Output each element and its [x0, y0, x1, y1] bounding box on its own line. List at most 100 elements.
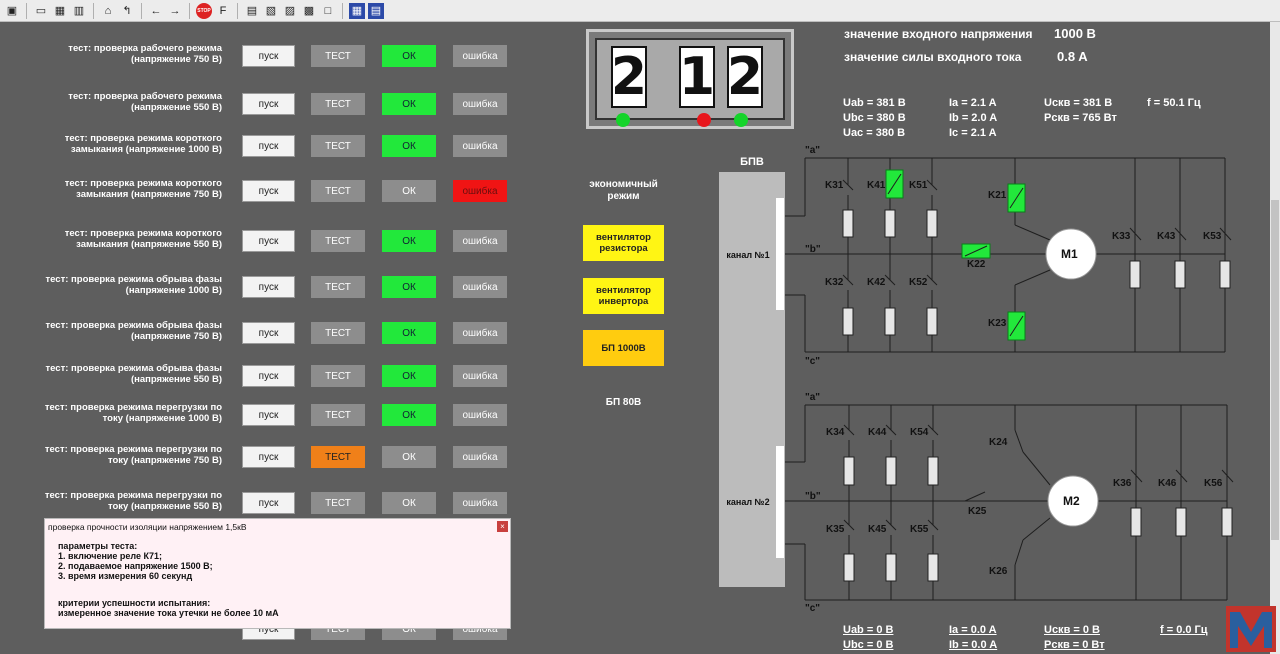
test-label: тест: проверка режима перегрузки по току … — [0, 490, 222, 512]
test-indicator: ТЕСТ — [311, 404, 365, 426]
error-indicator: ошибка — [453, 404, 507, 426]
test-label-line1: тест: проверка режима короткого — [64, 133, 222, 144]
test-row: тест: проверка рабочего режима (напряжени… — [0, 43, 520, 71]
status-led-2 — [697, 113, 711, 127]
test-indicator: ТЕСТ — [311, 93, 365, 115]
channel1-strip — [776, 198, 784, 310]
back-icon[interactable]: ↰ — [119, 3, 135, 19]
chart-icon[interactable]: ▥ — [71, 3, 87, 19]
fan-inverter-line2: инвертора — [598, 296, 649, 307]
scrollbar-thumb[interactable] — [1271, 200, 1279, 540]
test-indicator: ТЕСТ — [311, 365, 365, 387]
test-label-line2: (напряжение 750 В) — [130, 54, 222, 65]
nav-back-icon[interactable]: ← — [148, 3, 164, 19]
phase-b-top: "b" — [805, 244, 821, 255]
test-row: тест: проверка режима обрыва фазы (напряж… — [0, 274, 520, 302]
grid-icon[interactable]: ▦ — [52, 3, 68, 19]
test-label-line1: тест: проверка режима перегрузки по — [44, 490, 222, 501]
error-indicator: ошибка — [453, 230, 507, 252]
relay-k45: K45 — [868, 524, 887, 535]
tool6-icon[interactable]: ▦ — [349, 2, 365, 19]
test-indicator: ТЕСТ — [311, 180, 365, 202]
vertical-scrollbar[interactable] — [1270, 22, 1280, 654]
test-label: тест: проверка рабочего режима (напряжени… — [0, 43, 222, 65]
param-f: f = 50.1 Гц — [1147, 97, 1201, 109]
start-button[interactable]: пуск — [242, 322, 295, 344]
nav-forward-icon[interactable]: → — [167, 3, 183, 19]
test-row: тест: проверка режима обрыва фазы (напряж… — [0, 320, 520, 348]
relay-k56: K56 — [1204, 478, 1223, 489]
tool7-icon[interactable]: ▤ — [368, 2, 384, 19]
tool4-icon[interactable]: ▩ — [301, 3, 317, 19]
test-label-line1: тест: проверка режима перегрузки по — [44, 402, 222, 413]
popup-line-relay: 1. включение реле К71; — [58, 551, 163, 561]
bp1000-button[interactable]: БП 1000В — [583, 330, 664, 366]
motor-m1-label: M1 — [1061, 247, 1078, 261]
tool2-icon[interactable]: ▧ — [263, 3, 279, 19]
param-ubc: Ubc = 380 В — [843, 112, 906, 124]
relay-k54: K54 — [910, 427, 929, 438]
relay-k32: K32 — [825, 277, 844, 288]
motor-m2-label: M2 — [1063, 494, 1080, 508]
tool5-icon[interactable]: □ — [320, 3, 336, 19]
test-label-line1: тест: проверка режима обрыва фазы — [45, 320, 222, 331]
channel2-strip — [776, 446, 784, 558]
counter-digit-2: 1 — [678, 46, 716, 108]
fan-inverter-button[interactable]: вентилятор инвертора — [583, 278, 664, 314]
error-indicator: ошибка — [453, 93, 507, 115]
start-button[interactable]: пуск — [242, 446, 295, 468]
tool3-icon[interactable]: ▨ — [282, 3, 298, 19]
param-bottom-ib: Ib = 0.0 A — [949, 639, 998, 651]
popup-line-time: 3. время измерения 60 секунд — [58, 571, 193, 581]
ok-indicator: ОК — [382, 492, 436, 514]
param-uac: Uac = 380 В — [843, 127, 906, 139]
font-icon[interactable]: F — [215, 3, 231, 19]
start-button[interactable]: пуск — [242, 135, 295, 157]
start-button[interactable]: пуск — [242, 180, 295, 202]
test-indicator: ТЕСТ — [311, 322, 365, 344]
error-indicator: ошибка — [453, 276, 507, 298]
start-button[interactable]: пуск — [242, 45, 295, 67]
relay-k22: K22 — [967, 259, 986, 270]
toolbar-separator — [342, 2, 343, 19]
test-label-line2: замыкания (напряжение 750 В) — [76, 189, 222, 200]
param-uab: Uab = 381 В — [843, 97, 906, 109]
test-label-line2: замыкания (напряжение 1000 В) — [70, 144, 222, 155]
window-icon[interactable]: ▭ — [33, 3, 49, 19]
fan-resistor-button[interactable]: вентилятор резистора — [583, 225, 664, 261]
relay-k23: K23 — [988, 318, 1007, 329]
error-indicator: ошибка — [453, 135, 507, 157]
close-icon[interactable]: × — [497, 521, 508, 532]
test-indicator: ТЕСТ — [311, 135, 365, 157]
economy-mode-label: экономичный режим — [583, 179, 664, 203]
input-current-label: значение силы входного тока — [844, 50, 1022, 64]
relay-k36: K36 — [1113, 478, 1132, 489]
tool1-icon[interactable]: ▤ — [244, 3, 260, 19]
economy-mode-line2: режим — [607, 191, 640, 202]
relay-k35: K35 — [826, 524, 845, 535]
error-indicator: ошибка — [453, 322, 507, 344]
test-indicator: ТЕСТ — [311, 230, 365, 252]
start-button[interactable]: пуск — [242, 365, 295, 387]
test-row: тест: проверка режима перегрузки по току … — [0, 444, 520, 472]
toolbar-separator — [26, 2, 27, 19]
stop-icon[interactable]: STOP — [196, 2, 212, 19]
relay-k26: K26 — [989, 566, 1008, 577]
test-label: тест: проверка режима обрыва фазы (напряж… — [0, 274, 222, 296]
start-button[interactable]: пуск — [242, 93, 295, 115]
start-button[interactable]: пуск — [242, 230, 295, 252]
start-button[interactable]: пуск — [242, 276, 295, 298]
home-icon[interactable]: ⌂ — [100, 3, 116, 19]
param-bottom-usk: Uскв = 0 В — [1044, 624, 1100, 636]
new-icon[interactable]: ▣ — [4, 3, 20, 19]
input-voltage-value: 1000 В — [1054, 26, 1096, 41]
fan-inverter-line1: вентилятор — [596, 285, 651, 296]
start-button[interactable]: пуск — [242, 404, 295, 426]
fan-resistor-line2: резистора — [599, 243, 648, 254]
test-label-line2: току (напряжение 750 В) — [107, 455, 222, 466]
param-ia: Ia = 2.1 A — [949, 97, 997, 109]
ok-indicator: ОК — [382, 180, 436, 202]
ok-indicator: ОК — [382, 230, 436, 252]
start-button[interactable]: пуск — [242, 492, 295, 514]
test-indicator: ТЕСТ — [311, 45, 365, 67]
